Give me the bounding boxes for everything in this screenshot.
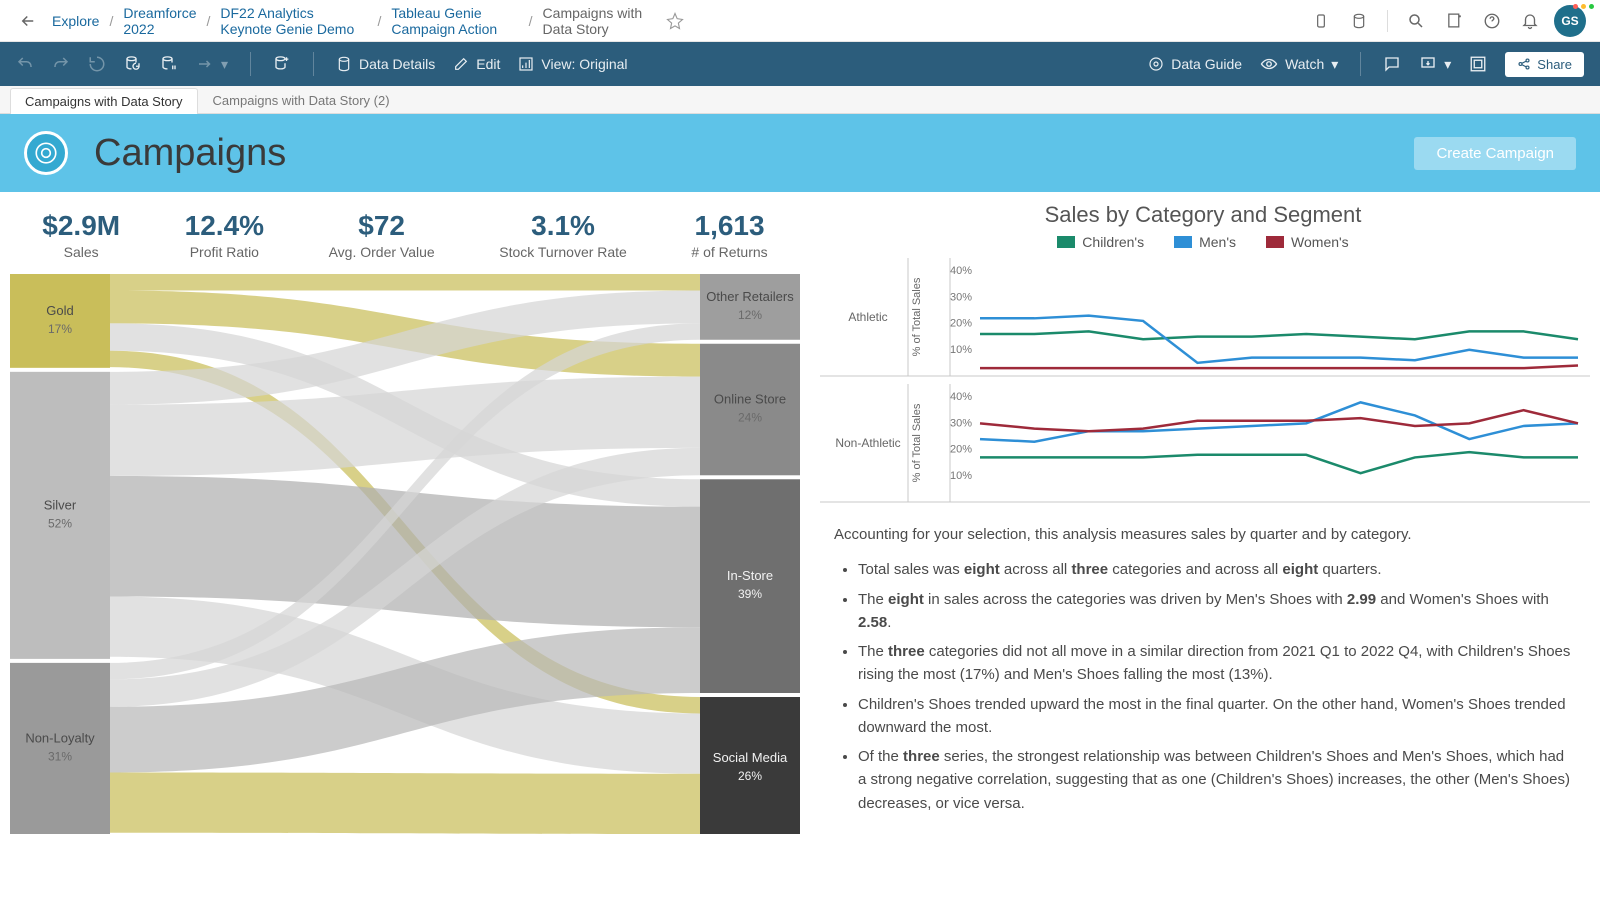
notifications-icon[interactable]: [1516, 7, 1544, 35]
help-icon[interactable]: [1478, 7, 1506, 35]
svg-text:24%: 24%: [738, 411, 762, 425]
breadcrumb-link[interactable]: Dreamforce 2022: [123, 5, 196, 37]
data-story: Accounting for your selection, this anal…: [820, 511, 1586, 821]
breadcrumb-current: Campaigns with Data Story: [543, 5, 651, 37]
edit-button[interactable]: Edit: [453, 56, 500, 72]
svg-text:10%: 10%: [950, 344, 972, 356]
svg-text:Silver: Silver: [44, 497, 77, 512]
svg-text:39%: 39%: [738, 587, 762, 601]
breadcrumb-link[interactable]: Explore: [52, 13, 99, 29]
kpi-sales: $2.9MSales: [42, 210, 120, 260]
breadcrumb-link[interactable]: DF22 Analytics Keynote Genie Demo: [220, 5, 367, 37]
create-campaign-button[interactable]: Create Campaign: [1414, 137, 1576, 170]
replay-button[interactable]: ▾: [196, 56, 228, 73]
avatar[interactable]: GS: [1554, 5, 1586, 37]
svg-text:20%: 20%: [950, 318, 972, 330]
dashboard-logo-icon: [24, 131, 68, 175]
pause-data-icon[interactable]: [160, 55, 178, 73]
breadcrumb: Explore/ Dreamforce 2022/ DF22 Analytics…: [52, 5, 651, 37]
svg-text:40%: 40%: [950, 265, 972, 277]
chart-legend: Children's Men's Women's: [820, 234, 1586, 250]
sheet-tabs: Campaigns with Data Story Campaigns with…: [0, 86, 1600, 114]
svg-text:Online Store: Online Store: [714, 392, 786, 407]
svg-text:% of Total Sales: % of Total Sales: [911, 277, 923, 356]
svg-text:12%: 12%: [738, 308, 762, 322]
legend-swatch: [1266, 236, 1284, 248]
topbar: Explore/ Dreamforce 2022/ DF22 Analytics…: [0, 0, 1600, 42]
kpi-returns: 1,613# of Returns: [691, 210, 767, 260]
dashboard-banner: Campaigns Create Campaign: [0, 114, 1600, 192]
kpi-profit-ratio: 12.4%Profit Ratio: [185, 210, 264, 260]
story-bullet: Total sales was eight across all three c…: [858, 558, 1572, 581]
kpi-row: $2.9MSales 12.4%Profit Ratio $72Avg. Ord…: [10, 210, 800, 260]
watch-button[interactable]: Watch ▾: [1260, 56, 1338, 73]
svg-text:30%: 30%: [950, 291, 972, 303]
kpi-avg-order: $72Avg. Order Value: [329, 210, 435, 260]
refresh-data-icon[interactable]: [124, 55, 142, 73]
revert-button[interactable]: [88, 55, 106, 73]
svg-text:52%: 52%: [48, 516, 72, 530]
legend-swatch: [1174, 236, 1192, 248]
data-guide-button[interactable]: Data Guide: [1148, 56, 1242, 72]
story-bullet: Of the three series, the strongest relat…: [858, 745, 1572, 815]
story-bullet: The eight in sales across the categories…: [858, 588, 1572, 635]
legend-swatch: [1057, 236, 1075, 248]
svg-text:In-Store: In-Store: [727, 568, 773, 583]
search-icon[interactable]: [1402, 7, 1430, 35]
share-button[interactable]: Share: [1505, 52, 1584, 77]
back-button[interactable]: [14, 7, 42, 35]
device-icon[interactable]: [1307, 7, 1335, 35]
view-button[interactable]: View: Original: [518, 56, 627, 72]
svg-text:Other Retailers: Other Retailers: [706, 289, 794, 304]
fullscreen-icon[interactable]: [1469, 55, 1487, 73]
svg-text:20%: 20%: [950, 444, 972, 456]
svg-text:Non-Loyalty: Non-Loyalty: [25, 730, 95, 745]
svg-text:26%: 26%: [738, 769, 762, 783]
svg-text:31%: 31%: [48, 749, 72, 763]
comments-icon[interactable]: [1383, 55, 1401, 73]
story-bullets: Total sales was eight across all three c…: [834, 558, 1572, 821]
chart-title: Sales by Category and Segment: [820, 202, 1586, 228]
story-intro: Accounting for your selection, this anal…: [834, 523, 1572, 546]
sankey-chart[interactable]: Gold 17% Silver 52% Non-Loyalty 31% Other Reta…: [10, 274, 800, 834]
download-icon[interactable]: ▾: [1419, 55, 1451, 73]
database-icon[interactable]: [1345, 7, 1373, 35]
svg-text:Social Media: Social Media: [713, 750, 788, 765]
toolbar: ▾ Data Details Edit View: Original Data …: [0, 42, 1600, 86]
story-bullet: Children's Shoes trended upward the most…: [858, 693, 1572, 740]
svg-text:30%: 30%: [950, 417, 972, 429]
dashboard-content: $2.9MSales 12.4%Profit Ratio $72Avg. Ord…: [0, 192, 1600, 900]
dashboard-title: Campaigns: [94, 132, 1388, 175]
breadcrumb-link[interactable]: Tableau Genie Campaign Action: [391, 5, 518, 37]
svg-text:40%: 40%: [950, 391, 972, 403]
tab-campaigns-data-story[interactable]: Campaigns with Data Story: [10, 88, 198, 114]
data-details-button[interactable]: Data Details: [336, 56, 435, 72]
favorite-icon[interactable]: [661, 7, 689, 35]
svg-text:Gold: Gold: [46, 303, 73, 318]
window-traffic-lights: [1573, 4, 1594, 9]
kpi-stock-turnover: 3.1%Stock Turnover Rate: [499, 210, 627, 260]
svg-text:17%: 17%: [48, 322, 72, 336]
left-pane: $2.9MSales 12.4%Profit Ratio $72Avg. Ord…: [0, 192, 810, 900]
line-chart[interactable]: % of Total Sales Athletic 10% 20% 30% 40% % of…: [820, 258, 1590, 508]
undo-button[interactable]: [16, 55, 34, 73]
tab-campaigns-data-story-2[interactable]: Campaigns with Data Story (2): [198, 87, 405, 113]
svg-text:Non-Athletic: Non-Athletic: [835, 436, 900, 450]
right-pane: Sales by Category and Segment Children's…: [810, 192, 1600, 900]
story-bullet: The three categories did not all move in…: [858, 640, 1572, 687]
svg-text:10%: 10%: [950, 470, 972, 482]
new-icon[interactable]: [1440, 7, 1468, 35]
svg-text:Athletic: Athletic: [848, 310, 887, 324]
new-datasource-icon[interactable]: [273, 55, 291, 73]
svg-text:% of Total Sales: % of Total Sales: [911, 403, 923, 482]
redo-button[interactable]: [52, 55, 70, 73]
